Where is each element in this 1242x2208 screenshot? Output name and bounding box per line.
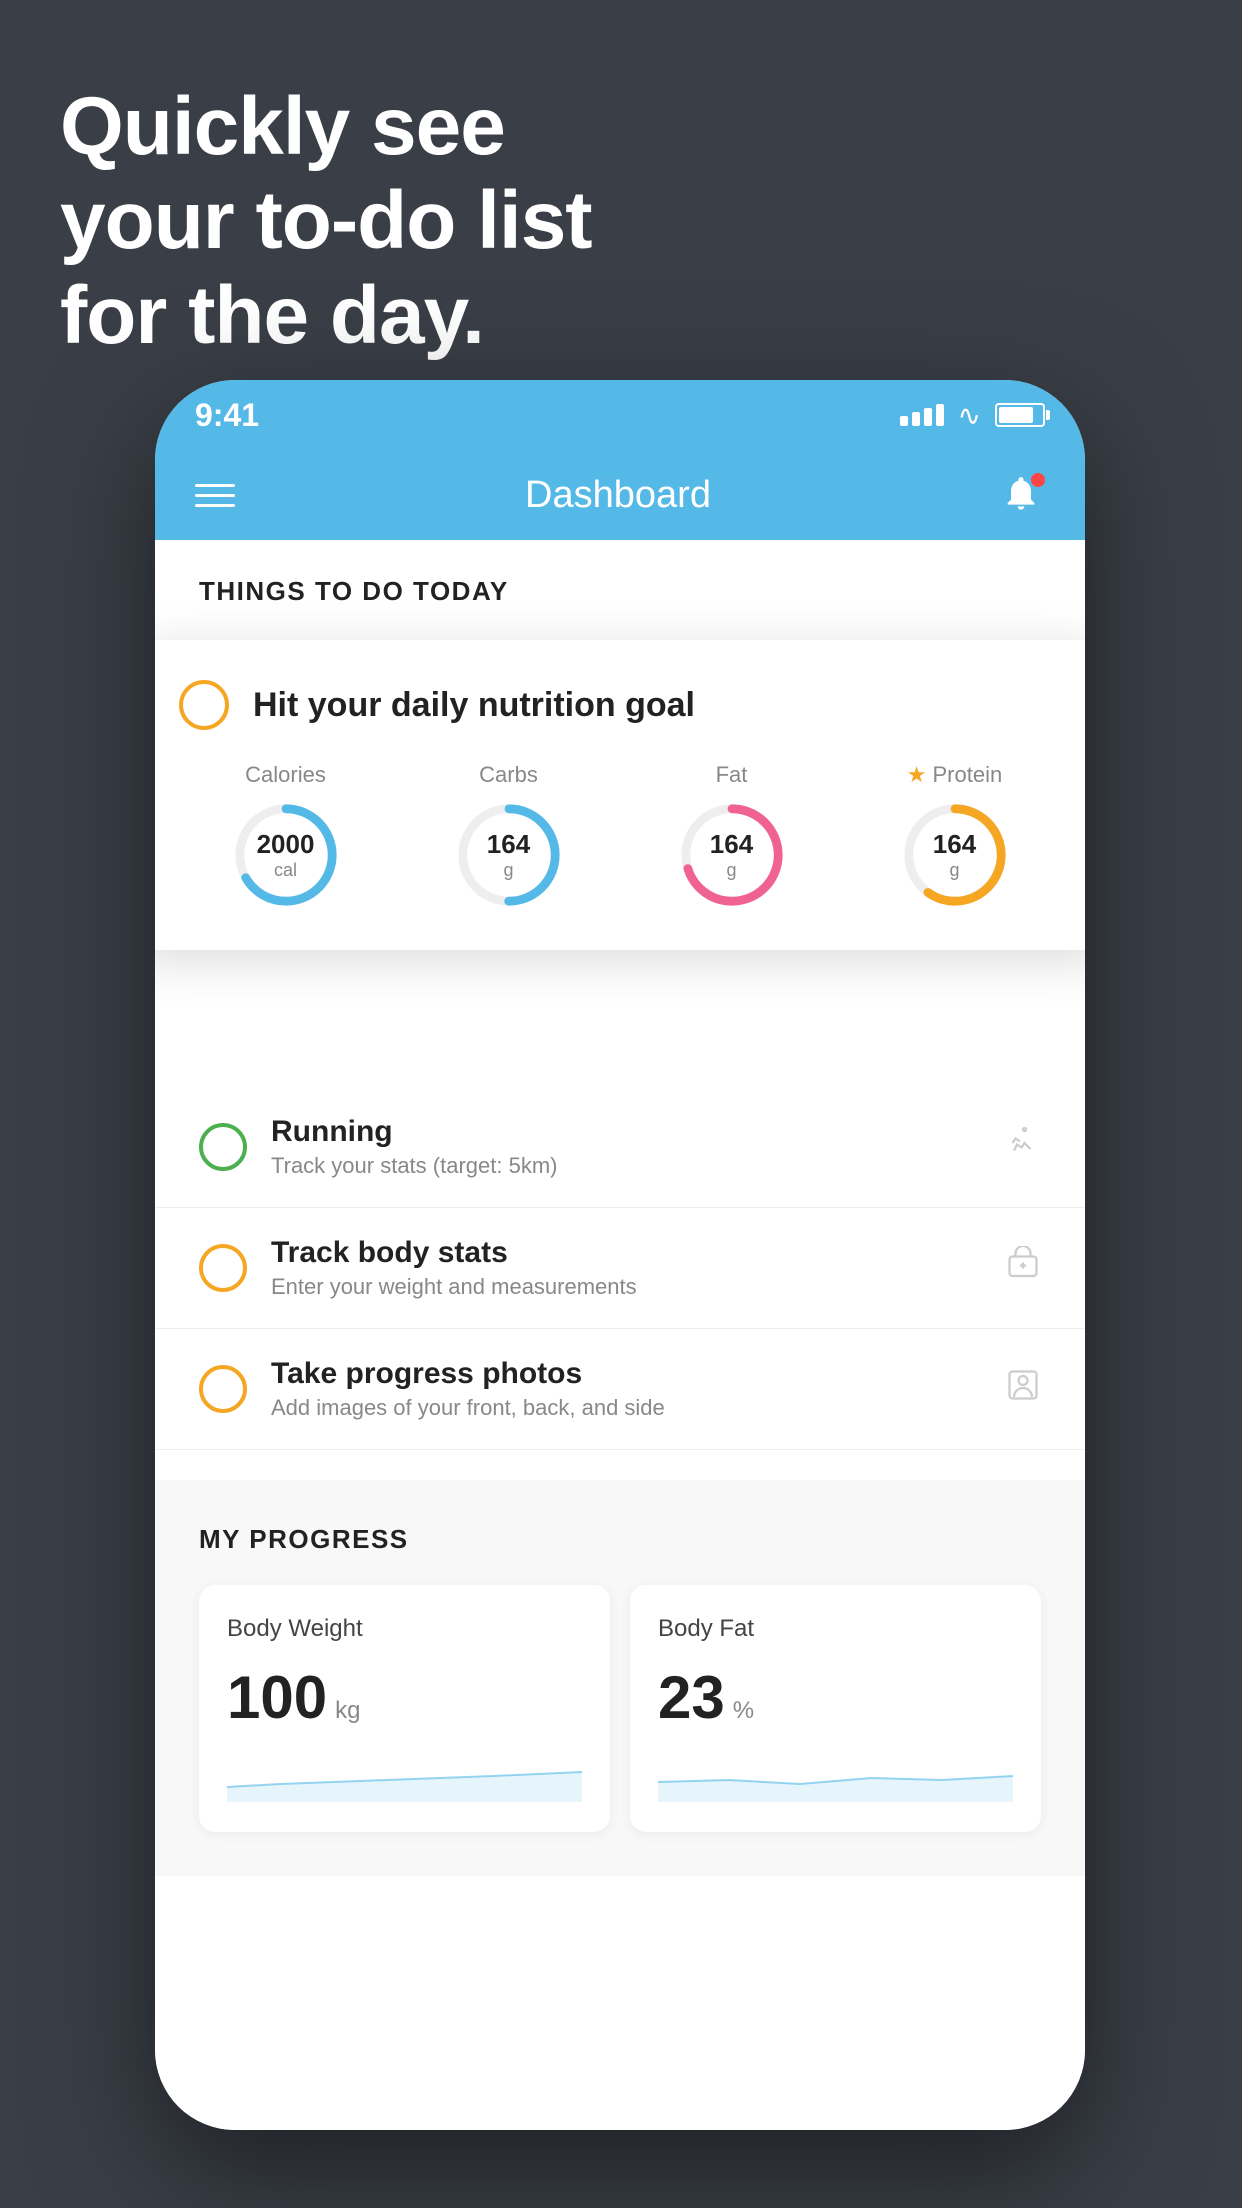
bell-icon[interactable]	[1001, 473, 1045, 517]
fat-value: 164	[710, 829, 753, 860]
running-icon	[1005, 1125, 1041, 1170]
protein-value: 164	[933, 829, 976, 860]
todo-list: Running Track your stats (target: 5km) T…	[155, 1087, 1085, 1450]
protein-gauge: 164 g	[900, 800, 1010, 910]
calories-label: Calories	[245, 762, 326, 788]
status-time: 9:41	[195, 397, 259, 434]
notification-dot	[1031, 473, 1045, 487]
protein-stat: ★ Protein 164 g	[900, 762, 1010, 910]
body-stats-text: Track body stats Enter your weight and m…	[271, 1236, 981, 1300]
protein-label: ★ Protein	[907, 762, 1002, 788]
hero-text: Quickly see your to-do list for the day.	[60, 80, 592, 363]
progress-cards: Body Weight 100 kg Body Fat	[199, 1585, 1041, 1832]
status-icons: ∿	[900, 399, 1045, 432]
carbs-label: Carbs	[479, 762, 538, 788]
person-icon	[1005, 1367, 1041, 1412]
wifi-icon: ∿	[958, 399, 981, 432]
running-text: Running Track your stats (target: 5km)	[271, 1115, 981, 1179]
nutrition-stats: Calories 2000 cal Carbs	[179, 762, 1061, 910]
body-weight-label: Body Weight	[227, 1615, 582, 1643]
todo-item-running[interactable]: Running Track your stats (target: 5km)	[155, 1087, 1085, 1208]
todo-item-body-stats[interactable]: Track body stats Enter your weight and m…	[155, 1208, 1085, 1329]
nav-bar: Dashboard	[155, 450, 1085, 540]
running-desc: Track your stats (target: 5km)	[271, 1153, 981, 1179]
phone-frame: 9:41 ∿ Dashboard THI	[155, 380, 1085, 2130]
calories-value: 2000	[257, 829, 315, 860]
nutrition-card: Hit your daily nutrition goal Calories 2…	[155, 640, 1085, 950]
body-fat-card[interactable]: Body Fat 23 %	[630, 1585, 1041, 1832]
body-stats-checkbox[interactable]	[199, 1244, 247, 1292]
body-fat-chart	[658, 1752, 1013, 1802]
body-weight-unit: kg	[335, 1697, 360, 1725]
fat-stat: Fat 164 g	[677, 762, 787, 910]
battery-icon	[995, 403, 1045, 427]
hamburger-menu[interactable]	[195, 484, 235, 507]
running-checkbox[interactable]	[199, 1123, 247, 1171]
body-stats-name: Track body stats	[271, 1236, 981, 1270]
fat-label: Fat	[716, 762, 748, 788]
signal-icon	[900, 404, 944, 426]
carbs-value: 164	[487, 829, 530, 860]
app-content: THINGS TO DO TODAY Hit your daily nutrit…	[155, 540, 1085, 2130]
body-weight-value-row: 100 kg	[227, 1663, 582, 1732]
star-icon: ★	[907, 762, 927, 788]
body-fat-value: 23	[658, 1663, 725, 1732]
task-checkbox[interactable]	[179, 680, 229, 730]
status-bar: 9:41 ∿	[155, 380, 1085, 450]
progress-title: MY PROGRESS	[199, 1524, 1041, 1555]
progress-photos-text: Take progress photos Add images of your …	[271, 1357, 981, 1421]
body-fat-unit: %	[733, 1697, 754, 1725]
scale-icon	[1005, 1246, 1041, 1291]
progress-section: MY PROGRESS Body Weight 100 kg	[155, 1480, 1085, 1876]
carbs-gauge: 164 g	[454, 800, 564, 910]
running-name: Running	[271, 1115, 981, 1149]
body-weight-chart	[227, 1752, 582, 1802]
fat-gauge: 164 g	[677, 800, 787, 910]
nav-title: Dashboard	[525, 474, 711, 517]
progress-photos-desc: Add images of your front, back, and side	[271, 1395, 981, 1421]
body-weight-value: 100	[227, 1663, 327, 1732]
calories-gauge: 2000 cal	[231, 800, 341, 910]
todo-item-progress-photos[interactable]: Take progress photos Add images of your …	[155, 1329, 1085, 1450]
progress-photos-checkbox[interactable]	[199, 1365, 247, 1413]
carbs-stat: Carbs 164 g	[454, 762, 564, 910]
body-stats-desc: Enter your weight and measurements	[271, 1274, 981, 1300]
calories-stat: Calories 2000 cal	[231, 762, 341, 910]
progress-photos-name: Take progress photos	[271, 1357, 981, 1391]
card-title: Hit your daily nutrition goal	[253, 686, 695, 725]
body-fat-label: Body Fat	[658, 1615, 1013, 1643]
body-weight-card[interactable]: Body Weight 100 kg	[199, 1585, 610, 1832]
things-header: THINGS TO DO TODAY	[155, 540, 1085, 627]
body-fat-value-row: 23 %	[658, 1663, 1013, 1732]
card-title-row: Hit your daily nutrition goal	[179, 680, 1061, 730]
